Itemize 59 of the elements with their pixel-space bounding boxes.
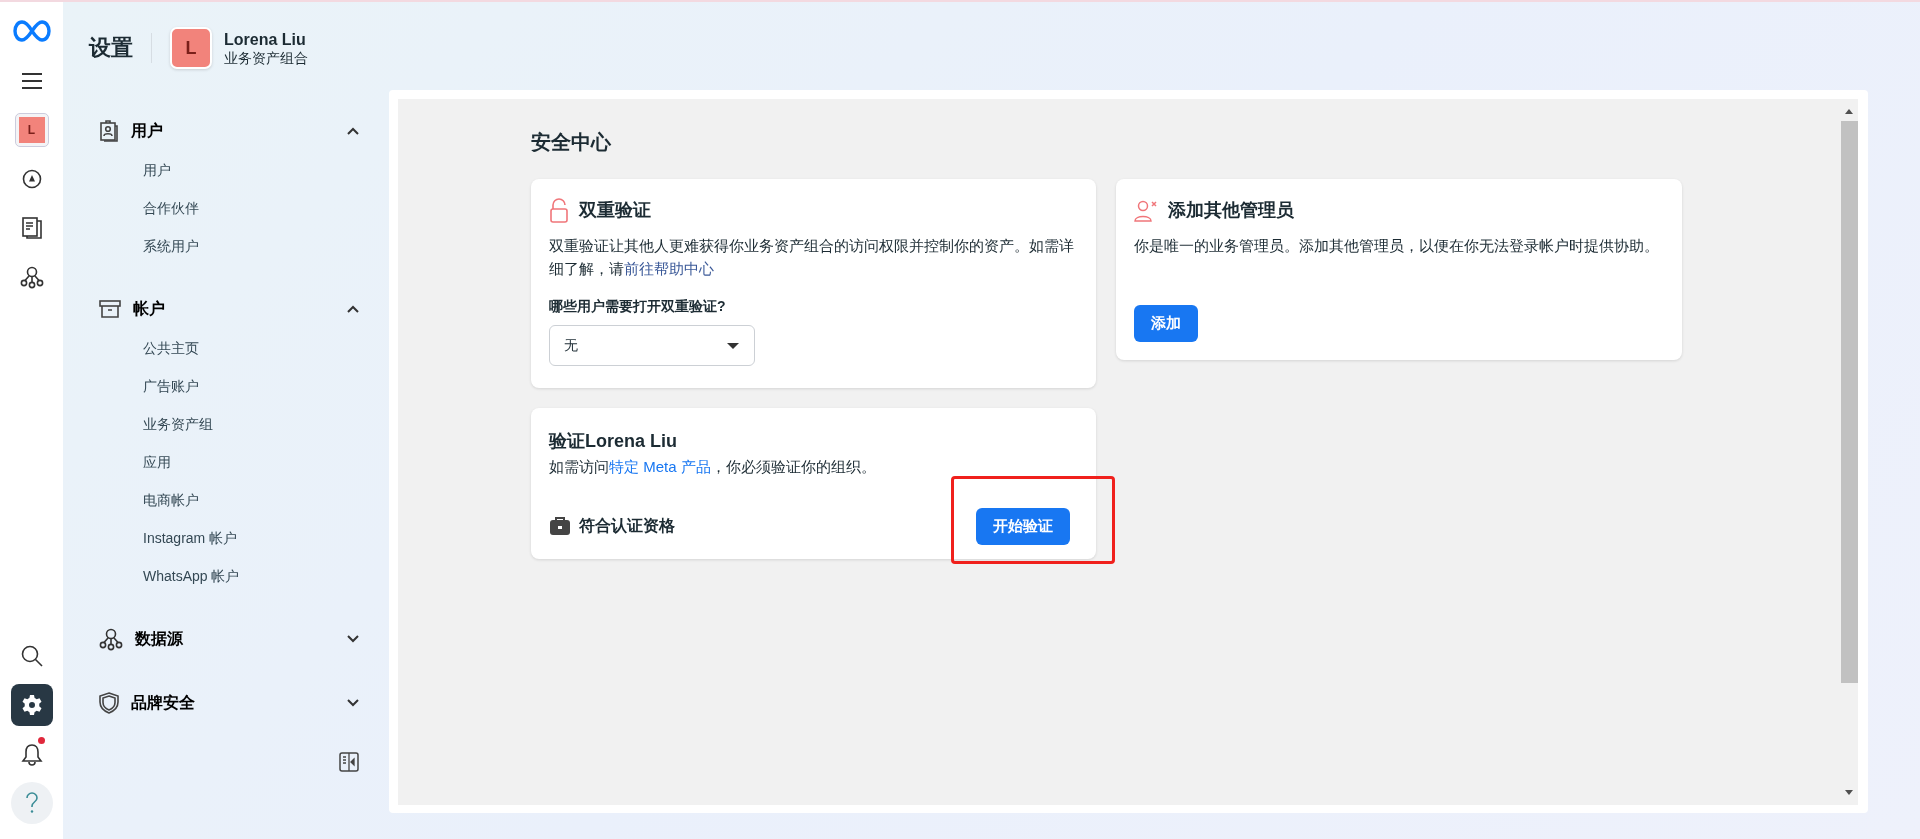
page-title: 设置 xyxy=(89,33,152,63)
help-center-link[interactable]: 前往帮助中心 xyxy=(624,260,714,277)
sidebar-item[interactable]: 合作伙伴 xyxy=(143,194,199,222)
section-header[interactable]: 数据源 xyxy=(89,624,359,654)
menu-icon xyxy=(20,72,43,90)
archive-box-icon xyxy=(99,299,121,319)
settings-icon xyxy=(20,694,43,716)
bell-icon xyxy=(20,742,43,766)
section-title: 安全中心 xyxy=(531,130,612,155)
start-verification-button[interactable]: 开始验证 xyxy=(976,508,1070,545)
briefcase-icon xyxy=(549,516,571,537)
scroll-up-icon[interactable] xyxy=(1844,107,1854,115)
sidebar-item[interactable]: 用户 xyxy=(143,156,171,184)
people-network-icon xyxy=(99,627,123,651)
business-avatar[interactable]: L xyxy=(170,27,212,69)
section-header[interactable]: 帐户 xyxy=(89,294,359,324)
description-text: 如需访问特定 Meta 产品，你必须验证你的组织。 xyxy=(549,457,877,477)
description-text: 双重验证让其他人更难获得你业务资产组合的访问权限并控制你的资产。如需详细了解，请前往帮助中心 xyxy=(549,236,1075,279)
sidebar-item[interactable]: 应用 xyxy=(143,448,171,476)
person-remove-icon xyxy=(1134,198,1158,223)
account-avatar[interactable]: L xyxy=(14,113,49,147)
unlocked-padlock-icon xyxy=(549,197,569,224)
document-stack-icon xyxy=(20,216,43,240)
collapse-panel-icon[interactable] xyxy=(339,752,359,772)
question-label: 哪些用户需要打开双重验证? xyxy=(549,297,727,316)
sidebar-item[interactable]: 系统用户 xyxy=(143,232,199,260)
users-dropdown[interactable]: 无 xyxy=(549,325,755,366)
meta-products-link[interactable]: 特定 Meta 产品 xyxy=(609,458,711,475)
scrollbar-thumb[interactable] xyxy=(1840,121,1858,683)
card-title: 添加其他管理员 xyxy=(1168,199,1294,222)
sidebar-item[interactable]: 广告账户 xyxy=(143,372,199,400)
eligibility-status: 符合认证资格 xyxy=(579,516,675,537)
section-header[interactable]: 品牌安全 xyxy=(89,688,359,718)
chevron-down-icon xyxy=(347,699,359,707)
caret-icon xyxy=(726,341,740,350)
settings-button[interactable] xyxy=(10,684,53,726)
help-icon xyxy=(24,792,39,814)
id-badge-icon xyxy=(99,120,119,142)
description-text: 你是唯一的业务管理员。添加其他管理员，以便在你无法登录帐户时提供协助。 xyxy=(1134,236,1660,256)
infinity-logo-icon[interactable] xyxy=(12,20,51,42)
add-button[interactable]: 添加 xyxy=(1134,305,1198,342)
people-network-icon xyxy=(19,265,44,289)
chevron-up-icon xyxy=(347,305,359,313)
sidebar-item[interactable]: 电商帐户 xyxy=(143,486,199,514)
card-title: 双重验证 xyxy=(579,199,651,222)
sidebar-item[interactable]: WhatsApp 帐户 xyxy=(143,562,240,590)
sidebar-item[interactable]: Instagram 帐户 xyxy=(143,524,238,552)
chevron-down-icon xyxy=(347,635,359,643)
shield-icon xyxy=(99,692,119,714)
search-icon xyxy=(19,644,44,668)
sidebar-item[interactable]: 业务资产组 xyxy=(143,410,213,438)
card-title: 验证Lorena Liu xyxy=(549,430,678,453)
compass-icon xyxy=(21,169,42,189)
business-subtitle: 业务资产组合 xyxy=(224,48,308,67)
scroll-down-icon[interactable] xyxy=(1844,789,1854,797)
sidebar-item[interactable]: 公共主页 xyxy=(143,334,199,362)
business-name: Lorena Liu xyxy=(224,29,307,49)
chevron-up-icon xyxy=(347,127,359,135)
section-header[interactable]: 用户 xyxy=(89,116,359,146)
